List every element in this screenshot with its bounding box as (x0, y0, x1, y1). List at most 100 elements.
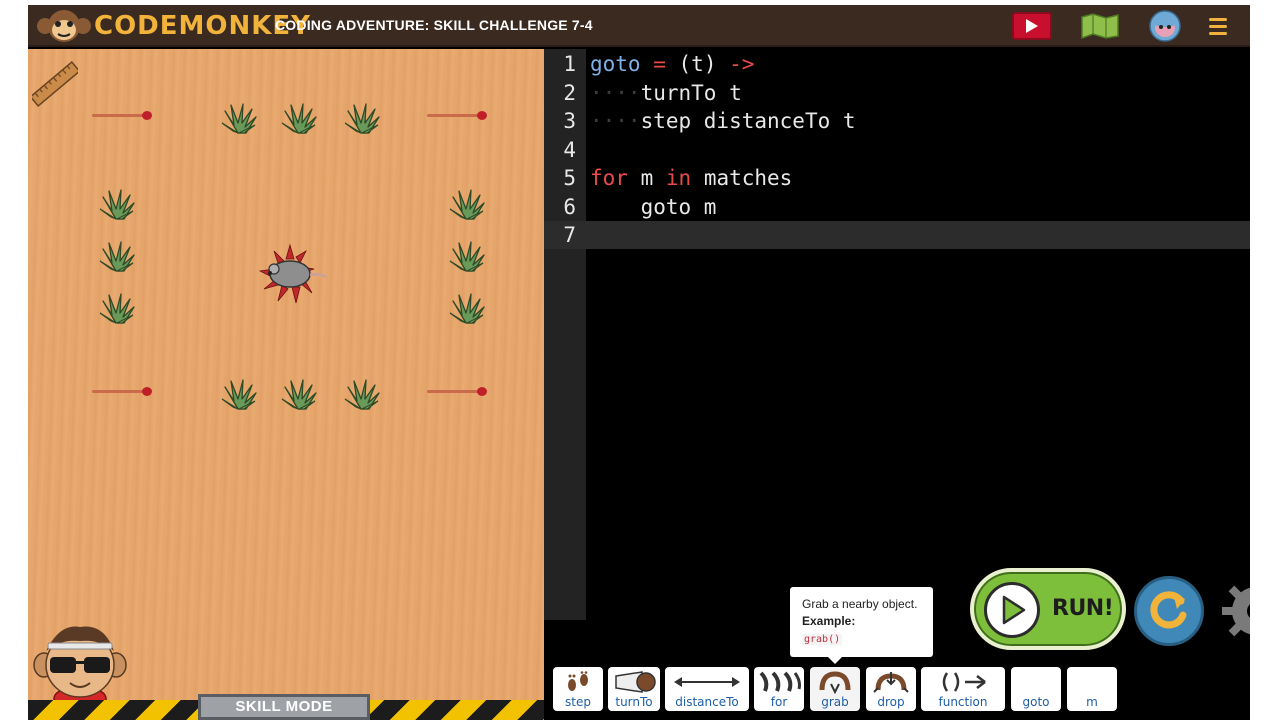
code-token: for (590, 166, 628, 190)
match-stick (427, 387, 487, 397)
bush (281, 379, 317, 410)
code-token: step distanceTo t (640, 109, 856, 133)
code-line[interactable]: 7 (544, 221, 1250, 249)
code-token: matches (691, 166, 793, 190)
run-button[interactable]: RUN! (970, 568, 1126, 650)
app-frame: CODEMONKEY CODING ADVENTURE: SKILL CHALL… (28, 5, 1250, 720)
code-line[interactable]: 4 (544, 136, 1250, 164)
bush (344, 103, 380, 134)
bananas-icon (759, 671, 801, 692)
code-line[interactable]: 3 ····step distanceTo t (544, 107, 1250, 135)
tooltip-example-code: grab() (802, 634, 843, 645)
code-text: ····step distanceTo t (590, 107, 856, 135)
drop-label: drop (877, 695, 905, 709)
rat-character (258, 243, 327, 304)
code-line[interactable]: 5 for m in matches (544, 164, 1250, 192)
bush (221, 103, 257, 134)
line-number: 5 (563, 166, 576, 190)
reset-icon (1150, 591, 1187, 629)
code-line[interactable]: 2 ····turnTo t (544, 79, 1250, 107)
grab-label: grab (821, 695, 849, 709)
line-number: 6 (563, 194, 576, 219)
for-label: for (770, 695, 788, 709)
bush (344, 379, 380, 410)
code-token: in (665, 166, 692, 190)
run-label: RUN! (1052, 596, 1114, 621)
drop-hand-icon (873, 672, 909, 693)
codemonkey-logo[interactable]: CODEMONKEY (36, 9, 311, 43)
for-command-button[interactable]: for (754, 667, 804, 711)
m-variable-button[interactable]: m (1067, 667, 1117, 711)
code-line[interactable]: 1 goto = (t) -> (544, 50, 1250, 78)
play-icon (1002, 595, 1026, 625)
grab-hand-icon (819, 671, 851, 694)
code-token: turnTo t (640, 80, 742, 105)
turnto-command-button[interactable]: turnTo (608, 667, 660, 711)
line-number: 2 (563, 80, 576, 105)
menu-button[interactable] (1206, 12, 1230, 40)
bush (449, 189, 485, 220)
monkey-logo-icon (37, 10, 91, 42)
skill-mode-label: SKILL MODE (198, 694, 370, 720)
code-editor[interactable]: 1 goto = (t) -> 2 ····turnTo t 3 ····step dis… (544, 49, 1250, 620)
bush (449, 293, 485, 324)
code-line[interactable]: 6 goto m (544, 193, 1250, 221)
code-token: ···· (590, 80, 641, 105)
step-command-button[interactable]: step (553, 667, 603, 711)
function-command-button[interactable]: function (921, 667, 1005, 711)
match-stick (427, 111, 487, 121)
hamburger-icon (1209, 17, 1227, 21)
step-label: step (565, 695, 591, 709)
bush (99, 241, 135, 272)
code-token: ···· (590, 109, 641, 133)
code-token: (t) (665, 52, 730, 76)
function-label: function (938, 695, 988, 709)
bush (281, 103, 317, 134)
line-number: 4 (563, 137, 576, 162)
level-title: CODING ADVENTURE: SKILL CHALLENGE 7-4 (275, 17, 593, 33)
user-avatar[interactable] (1148, 10, 1182, 42)
double-arrow-icon (674, 677, 740, 687)
bush (99, 293, 135, 324)
code-text: goto = (t) -> (590, 50, 754, 78)
play-icon (1026, 19, 1038, 33)
m-label: m (1086, 695, 1098, 709)
tooltip-example-label: Example: (802, 614, 856, 628)
match-stick (92, 111, 152, 121)
match-stick (92, 387, 152, 397)
code-text: for m in matches (590, 164, 792, 192)
avatar-icon (1149, 10, 1181, 42)
distanceto-label: distanceTo (675, 695, 739, 709)
map-button[interactable] (1080, 12, 1120, 40)
code-text: goto m (590, 193, 717, 221)
reset-button[interactable] (1134, 576, 1204, 646)
footprints-icon (568, 671, 588, 691)
function-arrow-icon (942, 672, 986, 692)
drop-command-button[interactable]: drop (866, 667, 916, 711)
settings-gear-icon[interactable] (1216, 576, 1250, 646)
code-token: goto (590, 52, 641, 76)
ruler-icon[interactable] (32, 61, 78, 107)
line-number: 3 (563, 109, 576, 133)
code-token: -> (729, 52, 755, 76)
turnto-label: turnTo (615, 695, 653, 709)
bush (99, 189, 135, 220)
bush (449, 241, 485, 272)
code-token: = (653, 52, 666, 76)
map-icon (1081, 13, 1119, 39)
binoculars-icon (615, 671, 656, 693)
goto-command-button[interactable]: goto (1011, 667, 1061, 711)
video-hint-button[interactable] (1012, 12, 1052, 40)
grab-command-button[interactable]: grab (810, 667, 860, 711)
line-number: 7 (563, 223, 576, 247)
tooltip-description: Grab a nearby object. (802, 597, 918, 611)
top-bar: CODEMONKEY CODING ADVENTURE: SKILL CHALL… (28, 5, 1250, 47)
command-toolbar: Grab a nearby object. Example: grab() st… (544, 568, 1250, 720)
code-token: goto m (590, 194, 717, 219)
goto-label: goto (1022, 695, 1050, 709)
game-board: SKILL MODE (28, 49, 544, 720)
line-number: 1 (563, 52, 576, 76)
distanceto-command-button[interactable]: distanceTo (665, 667, 749, 711)
code-text: ····turnTo t (590, 79, 742, 107)
